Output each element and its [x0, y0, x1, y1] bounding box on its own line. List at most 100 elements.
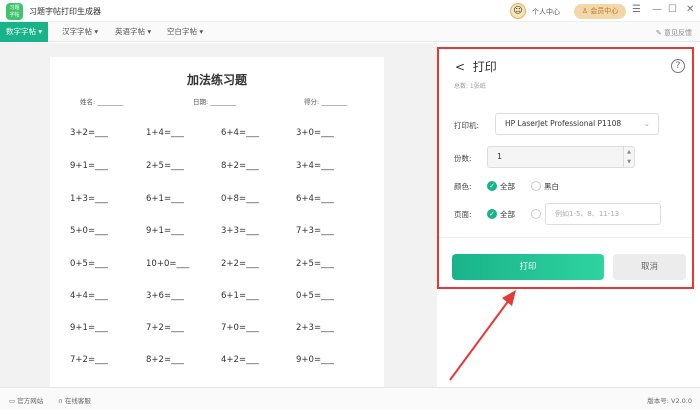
worksheet-paper: 加法练习题 姓名: ________ 日期: ________ 得分: ____…	[50, 57, 384, 397]
website-label: 官方网站	[17, 397, 44, 405]
support-link[interactable]: ∩ 在线客服	[58, 395, 91, 405]
cancel-button[interactable]: 取消	[613, 254, 686, 280]
problem: 2+2=___	[221, 259, 259, 269]
problem: 1+3=___	[70, 194, 108, 204]
maximize-icon[interactable]: ☐	[668, 4, 677, 15]
problem-text: 3+0=	[296, 128, 322, 138]
spinner[interactable]: ▲ ▼	[623, 147, 634, 167]
problem: 3+3=___	[221, 226, 259, 236]
headset-icon: ∩	[58, 397, 63, 405]
problem-text: 0+8=	[221, 194, 247, 204]
tab-chinese[interactable]: 汉字字帖 ▾	[62, 22, 98, 42]
problem-text: 3+4=	[296, 161, 322, 171]
user-avatar[interactable]: ☺	[510, 3, 526, 19]
problem: 0+8=___	[221, 194, 259, 204]
preview-area: 加法练习题 姓名: ________ 日期: ________ 得分: ____…	[0, 43, 437, 397]
printer-label: 打印机:	[454, 121, 480, 130]
problem: 10+0=___	[146, 259, 190, 269]
problem: 9+1=___	[70, 161, 108, 171]
problem: 9+0=___	[296, 355, 334, 365]
tab-label: 汉字字帖	[62, 27, 92, 36]
problem: 0+5=___	[70, 259, 108, 269]
problem: 0+5=___	[296, 291, 334, 301]
pages-all-label: 全部	[500, 210, 515, 219]
support-label: 在线客服	[64, 397, 91, 405]
close-icon[interactable]: ✕	[686, 4, 694, 15]
problem-text: 9+1=	[70, 323, 96, 333]
tab-blank[interactable]: 空白字帖 ▾	[167, 22, 203, 42]
total-sheets: 总数: 1张纸	[454, 83, 486, 90]
user-center-link[interactable]: 个人中心	[532, 7, 560, 17]
problem-text: 7+0=	[221, 323, 247, 333]
problem-text: 3+6=	[146, 291, 172, 301]
problem-text: 9+0=	[296, 355, 322, 365]
problem: 8+2=___	[146, 355, 184, 365]
feedback-label: 意见反馈	[664, 29, 692, 37]
vip-center-button[interactable]: ♙ 会员中心	[574, 4, 626, 19]
problem: 2+5=___	[296, 259, 334, 269]
color-bw-radio[interactable]	[531, 181, 541, 191]
back-button[interactable]: < 打印	[455, 58, 497, 75]
website-link[interactable]: ▭ 官方网站	[9, 395, 43, 405]
panel-title: 打印	[472, 60, 497, 74]
title-bar: 习题 字帖 习题字帖打印生成器 ☺ 个人中心 ♙ 会员中心 ☰ — ☐ ✕	[0, 0, 700, 22]
problem: 9+1=___	[70, 323, 108, 333]
problem-text: 10+0=	[146, 259, 177, 269]
name-label: 姓名:	[80, 98, 96, 106]
problem: 3+4=___	[296, 161, 334, 171]
problem: 4+4=___	[70, 291, 108, 301]
problem-text: 0+5=	[296, 291, 322, 301]
pages-range-radio[interactable]	[531, 209, 541, 219]
tab-english[interactable]: 英语字帖 ▾	[115, 22, 151, 42]
problem: 3+6=___	[146, 291, 184, 301]
problem-text: 7+2=	[146, 323, 172, 333]
back-icon: <	[455, 60, 466, 74]
printer-value: HP LaserJet Professional P1108	[505, 119, 622, 128]
copies-stepper[interactable]: 1 ▲ ▼	[487, 146, 635, 168]
problem: 2+3=___	[296, 323, 334, 333]
menu-icon[interactable]: ☰	[632, 4, 641, 15]
problem-text: 8+2=	[221, 161, 247, 171]
help-icon[interactable]: ?	[671, 59, 685, 73]
problem-text: 2+3=	[296, 323, 322, 333]
date-field: 日期: ________	[193, 98, 237, 106]
problem: 6+1=___	[221, 291, 259, 301]
score-field: 得分: ________	[304, 98, 348, 106]
problem-text: 9+1=	[146, 226, 172, 236]
pages-all-radio[interactable]: ✓	[487, 209, 497, 219]
feedback-link[interactable]: ✎ 意见反馈	[656, 28, 692, 38]
edit-icon: ✎	[655, 29, 662, 37]
problem: 6+1=___	[146, 194, 184, 204]
vip-label: 会员中心	[590, 7, 619, 15]
date-label: 日期:	[193, 98, 209, 106]
problem-text: 8+2=	[146, 355, 172, 365]
problem: 2+5=___	[146, 161, 184, 171]
tab-number[interactable]: 数字字帖 ▾	[0, 22, 49, 42]
name-field: 姓名: ________	[80, 98, 124, 106]
problem-text: 5+0=	[70, 226, 96, 236]
tab-label: 英语字帖	[115, 27, 145, 36]
divider	[439, 237, 692, 238]
worksheet-title: 加法练习题	[186, 73, 247, 87]
score-label: 得分:	[304, 98, 320, 106]
increment-icon[interactable]: ▲	[624, 147, 634, 157]
app-logo: 习题 字帖	[6, 3, 23, 20]
print-button[interactable]: 打印	[452, 254, 604, 280]
page-range-input[interactable]: 例如1-5、8、11-13	[545, 203, 661, 225]
problem-text: 2+2=	[221, 259, 247, 269]
printer-select[interactable]: HP LaserJet Professional P1108 ⌄	[495, 113, 659, 135]
pages-label: 页面:	[454, 210, 472, 219]
problem-text: 1+4=	[146, 128, 172, 138]
decrement-icon[interactable]: ▼	[624, 157, 634, 167]
problem-text: 9+1=	[70, 161, 96, 171]
copies-value: 1	[497, 152, 503, 161]
tab-label: 数字字帖	[6, 27, 36, 36]
app-title: 习题字帖打印生成器	[29, 7, 101, 16]
color-label: 颜色:	[454, 182, 472, 191]
problem-text: 2+5=	[146, 161, 172, 171]
minimize-icon[interactable]: —	[652, 4, 662, 15]
copies-label: 份数:	[454, 154, 472, 163]
color-all-radio[interactable]: ✓	[487, 181, 497, 191]
problem: 8+2=___	[221, 161, 259, 171]
problem-text: 7+3=	[296, 226, 322, 236]
